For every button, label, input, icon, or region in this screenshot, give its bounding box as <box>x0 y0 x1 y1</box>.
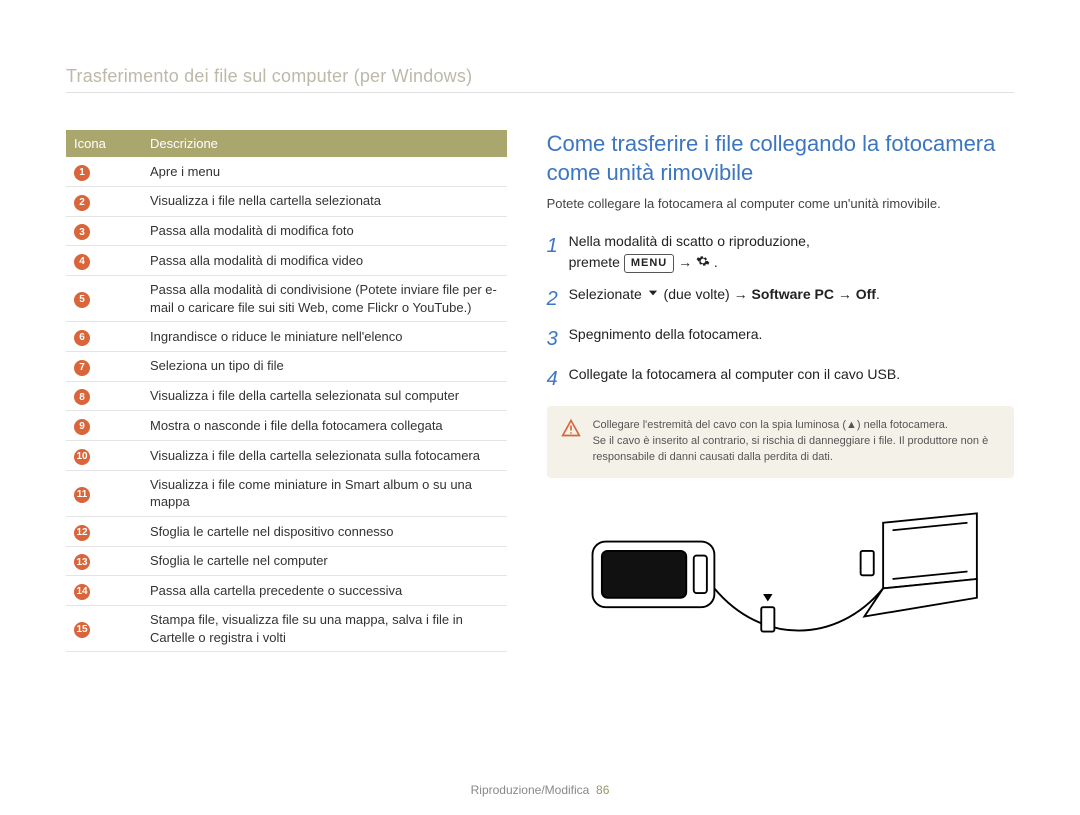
right-column: Come trasferire i file collegando la fot… <box>547 130 1014 659</box>
row-desc: Visualizza i file nella cartella selezio… <box>142 186 507 216</box>
row-desc: Visualizza i file della cartella selezio… <box>142 381 507 411</box>
table-row: 12 Sfoglia le cartelle nel dispositivo co… <box>66 516 507 546</box>
table-row: 1 Apre i menu <box>66 157 507 186</box>
number-badge: 11 <box>74 487 90 503</box>
table-row: 15 Stampa file, visualizza file su una ma… <box>66 606 507 652</box>
step2-mid: (due volte) → <box>664 286 752 302</box>
row-desc: Mostra o nasconde i file della fotocamer… <box>142 411 507 441</box>
number-badge: 1 <box>74 165 90 181</box>
step-3: 3 Spegnimento della fotocamera. <box>547 324 1014 354</box>
section-intro: Potete collegare la fotocamera al comput… <box>547 195 1014 213</box>
step-number: 2 <box>547 284 569 314</box>
number-badge: 7 <box>74 360 90 376</box>
number-badge: 10 <box>74 449 90 465</box>
number-badge: 15 <box>74 622 90 638</box>
number-badge: 12 <box>74 525 90 541</box>
table-row: 4 Passa alla modalità di modifica video <box>66 246 507 276</box>
table-row: 11 Visualizza i file come miniature in Sm… <box>66 470 507 516</box>
th-desc: Descrizione <box>142 130 507 157</box>
table-row: 8 Visualizza i file della cartella selezi… <box>66 381 507 411</box>
table-row: 9 Mostra o nasconde i file della fotocame… <box>66 411 507 441</box>
content-area: Icona Descrizione 1 Apre i menu 2 Visualiz… <box>66 130 1014 659</box>
step-number: 4 <box>547 364 569 394</box>
footer-section: Riproduzione/Modifica <box>471 783 590 797</box>
note-line2: Se il cavo è inserito al contrario, si r… <box>593 435 989 463</box>
gear-icon <box>696 253 710 274</box>
step2-pre: Selezionate <box>569 286 646 302</box>
period: . <box>876 286 880 302</box>
note-line1: Collegare l'estremità del cavo con la sp… <box>593 419 948 431</box>
warning-note: Collegare l'estremità del cavo con la sp… <box>547 406 1014 478</box>
step-1: 1 Nella modalità di scatto o riproduzion… <box>547 231 1014 274</box>
row-desc: Apre i menu <box>142 157 507 186</box>
arrow-icon: → <box>838 286 856 302</box>
row-desc: Passa alla modalità di condivisione (Pot… <box>142 276 507 322</box>
step-number: 1 <box>547 231 569 261</box>
warning-text: Collegare l'estremità del cavo con la sp… <box>593 418 1000 466</box>
icon-description-table: Icona Descrizione 1 Apre i menu 2 Visualiz… <box>66 130 507 652</box>
row-desc: Sfoglia le cartelle nel dispositivo conn… <box>142 516 507 546</box>
connection-illustration <box>547 504 1014 659</box>
number-badge: 2 <box>74 195 90 211</box>
number-badge: 13 <box>74 554 90 570</box>
footer-page-number: 86 <box>596 783 609 797</box>
row-desc: Passa alla modalità di modifica foto <box>142 216 507 246</box>
warning-icon <box>561 418 583 466</box>
left-column: Icona Descrizione 1 Apre i menu 2 Visualiz… <box>66 130 507 659</box>
section-heading: Come trasferire i file collegando la fot… <box>547 130 1014 187</box>
row-desc: Visualizza i file della cartella selezio… <box>142 441 507 471</box>
step-text: Collegate la fotocamera al computer con … <box>569 364 1014 385</box>
table-row: 7 Seleziona un tipo di file <box>66 351 507 381</box>
page-footer: Riproduzione/Modifica 86 <box>0 783 1080 797</box>
row-desc: Visualizza i file come miniature in Smar… <box>142 470 507 516</box>
th-icon: Icona <box>66 130 142 157</box>
title-underline <box>66 92 1014 93</box>
step-4: 4 Collegate la fotocamera al computer co… <box>547 364 1014 394</box>
step1-line1: Nella modalità di scatto o riproduzione, <box>569 233 810 249</box>
number-badge: 4 <box>74 254 90 270</box>
step-text: Nella modalità di scatto o riproduzione,… <box>569 231 1014 274</box>
chevron-down-icon <box>646 285 660 306</box>
step-number: 3 <box>547 324 569 354</box>
number-badge: 9 <box>74 419 90 435</box>
page-title: Trasferimento dei file sul computer (per… <box>66 66 472 87</box>
step2-off-bold: Off <box>856 286 876 302</box>
row-desc: Passa alla modalità di modifica video <box>142 246 507 276</box>
row-desc: Sfoglia le cartelle nel computer <box>142 546 507 576</box>
table-row: 6 Ingrandisce o riduce le miniature nell'… <box>66 322 507 352</box>
arrow-icon: → <box>678 254 696 270</box>
period: . <box>714 254 718 270</box>
number-badge: 14 <box>74 584 90 600</box>
row-desc: Stampa file, visualizza file su una mapp… <box>142 606 507 652</box>
row-desc: Seleziona un tipo di file <box>142 351 507 381</box>
step1-pre: premete <box>569 254 624 270</box>
step-text: Selezionate (due volte) → Software PC → … <box>569 284 1014 306</box>
number-badge: 3 <box>74 224 90 240</box>
table-row: 14 Passa alla cartella precedente o succe… <box>66 576 507 606</box>
step-text: Spegnimento della fotocamera. <box>569 324 1014 345</box>
row-desc: Passa alla cartella precedente o success… <box>142 576 507 606</box>
table-row: 13 Sfoglia le cartelle nel computer <box>66 546 507 576</box>
table-row: 10 Visualizza i file della cartella selez… <box>66 441 507 471</box>
number-badge: 8 <box>74 389 90 405</box>
table-row: 2 Visualizza i file nella cartella selezi… <box>66 186 507 216</box>
menu-button-icon: MENU <box>624 254 674 274</box>
table-row: 5 Passa alla modalità di condivisione (Po… <box>66 276 507 322</box>
step-2: 2 Selezionate (due volte) → Software PC … <box>547 284 1014 314</box>
table-row: 3 Passa alla modalità di modifica foto <box>66 216 507 246</box>
step2-software-bold: Software PC <box>751 286 833 302</box>
number-badge: 6 <box>74 330 90 346</box>
row-desc: Ingrandisce o riduce le miniature nell'e… <box>142 322 507 352</box>
number-badge: 5 <box>74 292 90 308</box>
